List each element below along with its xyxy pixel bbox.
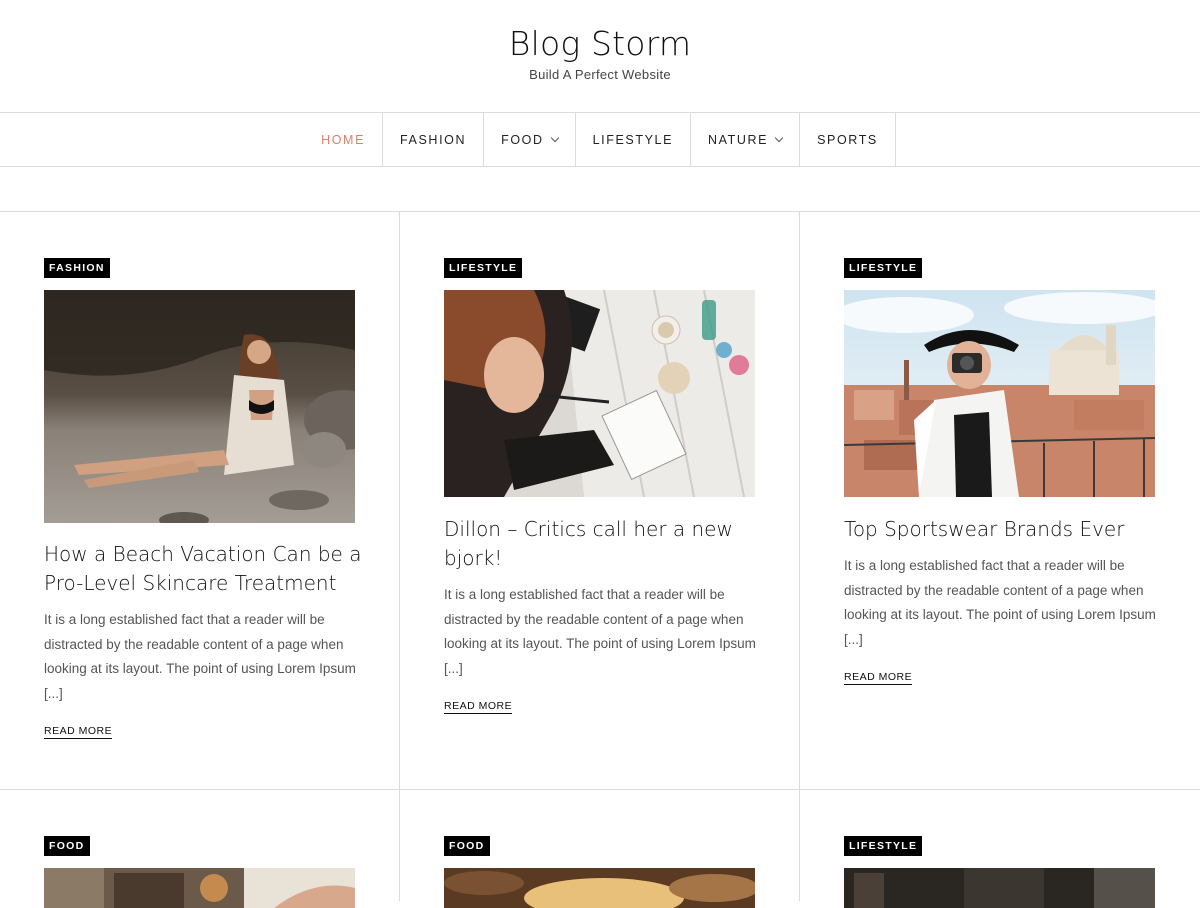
post-card: FASHION How a Beach Vacation Can be a Pr… <box>0 212 400 789</box>
category-badge[interactable]: FASHION <box>44 258 110 278</box>
post-thumbnail[interactable] <box>844 868 1155 908</box>
nav-item-label: FASHION <box>400 132 467 147</box>
read-more-link[interactable]: READ MORE <box>844 671 913 685</box>
site-title[interactable]: Blog Storm <box>509 0 691 63</box>
post-thumbnail[interactable] <box>844 290 1155 497</box>
nav-item-lifestyle[interactable]: LIFESTYLE <box>576 113 692 166</box>
post-card: FOOD <box>0 789 400 908</box>
post-card: LIFESTYLE <box>400 212 800 789</box>
main-nav: HOME FASHION FOOD LIFESTYLE NATURE SPORT… <box>0 113 1200 167</box>
nav-item-home[interactable]: HOME <box>304 113 384 166</box>
nav-item-fashion[interactable]: FASHION <box>383 113 485 166</box>
post-card: LIFESTYLE <box>800 789 1200 908</box>
category-badge[interactable]: FOOD <box>444 836 490 856</box>
nav-item-nature[interactable]: NATURE <box>691 113 801 166</box>
post-card: LIFESTYLE <box>800 212 1200 789</box>
site-tagline: Build A Perfect Website <box>529 67 671 82</box>
post-thumbnail[interactable] <box>44 290 355 523</box>
category-badge[interactable]: LIFESTYLE <box>844 836 923 856</box>
food-plate-photo <box>444 868 755 908</box>
woman-camera-rooftops-photo <box>844 290 1155 497</box>
post-title[interactable]: Top Sportswear Brands Ever <box>844 515 1164 544</box>
post-title[interactable]: How a Beach Vacation Can be a Pro-Level … <box>44 540 364 598</box>
read-more-link[interactable]: READ MORE <box>44 725 113 739</box>
post-grid: FASHION How a Beach Vacation Can be a Pr… <box>0 211 1200 908</box>
nav-item-food[interactable]: FOOD <box>484 113 576 166</box>
dark-lifestyle-photo <box>844 868 1155 908</box>
post-card: FOOD <box>400 789 800 908</box>
food-table-photo <box>44 868 355 908</box>
category-badge[interactable]: LIFESTYLE <box>444 258 523 278</box>
post-thumbnail[interactable] <box>44 868 355 908</box>
site-header: Blog Storm Build A Perfect Website <box>0 0 1200 113</box>
category-badge[interactable]: FOOD <box>44 836 90 856</box>
nav-item-label: NATURE <box>708 132 769 147</box>
woman-writing-at-table-photo <box>444 290 755 497</box>
nav-item-sports[interactable]: SPORTS <box>800 113 896 166</box>
chevron-down-icon <box>550 133 559 142</box>
chevron-down-icon <box>774 133 784 142</box>
nav-item-label: FOOD <box>501 132 544 147</box>
post-excerpt: It is a long established fact that a rea… <box>44 612 356 701</box>
post-thumbnail[interactable] <box>444 290 755 497</box>
category-badge[interactable]: LIFESTYLE <box>844 258 923 278</box>
post-title[interactable]: Dillon – Critics call her a new bjork! <box>444 515 764 573</box>
beach-cave-woman-photo <box>44 290 355 523</box>
nav-item-label: HOME <box>321 132 366 147</box>
nav-item-label: LIFESTYLE <box>592 132 674 147</box>
post-thumbnail[interactable] <box>444 868 755 908</box>
post-excerpt: It is a long established fact that a rea… <box>844 558 1156 647</box>
read-more-link[interactable]: READ MORE <box>444 700 513 714</box>
nav-item-label: SPORTS <box>817 132 878 147</box>
post-excerpt: It is a long established fact that a rea… <box>444 587 756 676</box>
